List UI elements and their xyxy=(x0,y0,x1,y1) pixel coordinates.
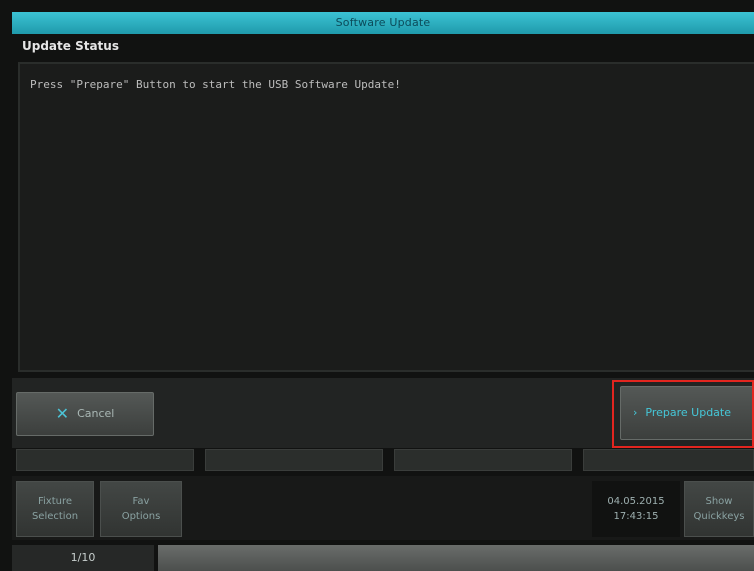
window-title: Software Update xyxy=(335,16,431,29)
update-status-label: Update Status xyxy=(22,39,119,53)
prepare-update-highlight xyxy=(612,380,754,448)
fixture-selection-button[interactable]: Fixture Selection xyxy=(16,481,94,537)
page-indicator[interactable]: 1/10 xyxy=(12,545,154,571)
cancel-button[interactable]: ✕ Cancel xyxy=(16,392,154,436)
fav-options-button[interactable]: Fav Options xyxy=(100,481,182,537)
date-time-display: 04.05.2015 17:43:15 xyxy=(592,481,680,537)
window-title-bar: Software Update xyxy=(12,12,754,34)
empty-slot xyxy=(583,449,754,471)
empty-slot xyxy=(205,449,383,471)
fixture-selection-line2: Selection xyxy=(31,511,79,522)
empty-slot xyxy=(394,449,572,471)
current-date: 04.05.2015 xyxy=(607,496,665,507)
page-scrollbar[interactable] xyxy=(158,545,754,571)
fav-options-line2: Options xyxy=(121,511,161,522)
status-message: Press "Prepare" Button to start the USB … xyxy=(30,78,401,91)
fav-options-line1: Fav xyxy=(132,496,150,507)
status-log-panel: Press "Prepare" Button to start the USB … xyxy=(18,62,754,372)
show-quickkeys-line2: Quickkeys xyxy=(693,511,745,522)
empty-slot xyxy=(16,449,194,471)
fixture-selection-line1: Fixture xyxy=(37,496,73,507)
show-quickkeys-line1: Show xyxy=(705,496,733,507)
show-quickkeys-button[interactable]: Show Quickkeys xyxy=(684,481,754,537)
close-icon: ✕ xyxy=(55,404,70,423)
cancel-label: Cancel xyxy=(77,407,115,420)
current-time: 17:43:15 xyxy=(613,511,659,522)
